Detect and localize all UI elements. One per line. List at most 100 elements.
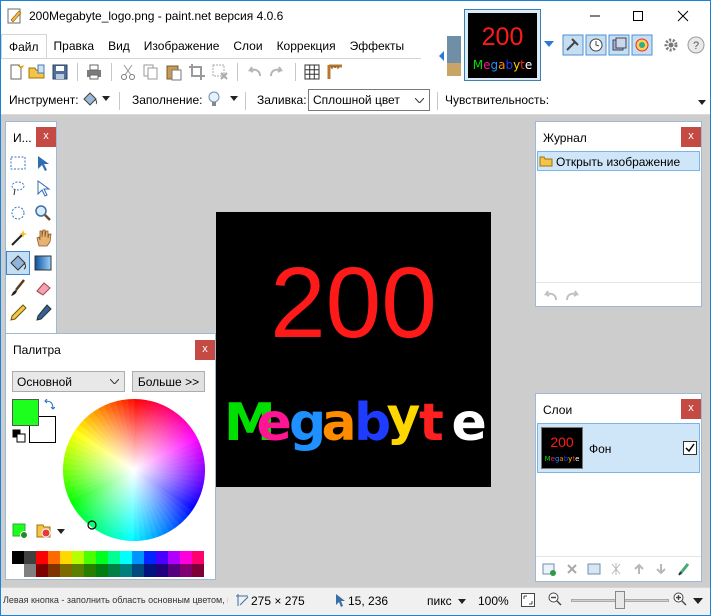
palette-swatch[interactable] bbox=[12, 551, 24, 564]
layers-panel-close-button[interactable]: x bbox=[681, 399, 701, 419]
rectangle-select-icon[interactable] bbox=[8, 153, 28, 173]
zoom-dropdown-icon[interactable] bbox=[693, 598, 703, 604]
primary-color-swatch[interactable] bbox=[12, 399, 39, 426]
zoom-value[interactable]: 100% bbox=[478, 594, 509, 608]
palette-swatch[interactable] bbox=[120, 551, 132, 564]
move-selection-icon[interactable] bbox=[33, 178, 53, 198]
palette-swatch[interactable] bbox=[144, 551, 156, 564]
palette-swatch[interactable] bbox=[168, 551, 180, 564]
palette-swatch[interactable] bbox=[108, 564, 120, 577]
palette-swatch[interactable] bbox=[144, 564, 156, 577]
units-dropdown-icon[interactable] bbox=[458, 599, 466, 604]
layer-actions-icons[interactable] bbox=[542, 561, 692, 577]
help-icon[interactable]: ? bbox=[687, 36, 705, 54]
undo-icon[interactable] bbox=[245, 63, 263, 81]
print-icon[interactable] bbox=[85, 63, 103, 81]
layer-visibility-checkbox[interactable] bbox=[683, 441, 697, 455]
palette-menu-dropdown-icon[interactable] bbox=[57, 529, 65, 534]
open-file-icon[interactable] bbox=[28, 63, 46, 81]
maximize-button[interactable] bbox=[615, 1, 661, 31]
history-item[interactable]: Открыть изображение bbox=[537, 151, 700, 171]
palette-mode-select[interactable]: Основной bbox=[12, 371, 125, 392]
flood-mode-select[interactable]: Сплошной цвет bbox=[308, 89, 430, 111]
move-selected-icon[interactable] bbox=[33, 153, 53, 173]
menu-edit[interactable]: Правка bbox=[47, 34, 102, 58]
palette-swatch[interactable] bbox=[12, 564, 24, 577]
pan-hand-icon[interactable] bbox=[33, 228, 53, 248]
palette-more-button[interactable]: Больше >> bbox=[132, 371, 205, 392]
units-select[interactable]: пикс bbox=[427, 594, 452, 608]
tools-panel-close-button[interactable]: x bbox=[36, 127, 56, 147]
menu-image[interactable]: Изображение bbox=[137, 34, 227, 58]
zoom-out-icon[interactable] bbox=[547, 591, 563, 607]
magic-wand-icon[interactable] bbox=[8, 228, 28, 248]
add-color-icon[interactable] bbox=[12, 523, 28, 539]
antialias-bulb-icon[interactable] bbox=[207, 90, 221, 108]
window-toggle-icons[interactable] bbox=[562, 34, 654, 56]
palette-swatch[interactable] bbox=[132, 564, 144, 577]
gradient-icon[interactable] bbox=[33, 253, 53, 273]
palette-swatch[interactable] bbox=[156, 564, 168, 577]
reset-colors-icon[interactable] bbox=[12, 429, 26, 443]
palette-swatch[interactable] bbox=[60, 564, 72, 577]
image-list-dropdown-icon[interactable] bbox=[544, 41, 554, 49]
palette-swatch[interactable] bbox=[192, 551, 204, 564]
palette-swatch[interactable] bbox=[36, 564, 48, 577]
palette-swatch[interactable] bbox=[192, 564, 204, 577]
palette-swatch[interactable] bbox=[108, 551, 120, 564]
palette-panel-close-button[interactable]: x bbox=[195, 340, 215, 360]
eraser-icon[interactable] bbox=[33, 278, 53, 298]
paint-bucket-icon[interactable] bbox=[81, 90, 99, 108]
palette-swatch[interactable] bbox=[72, 564, 84, 577]
palette-swatch[interactable] bbox=[60, 551, 72, 564]
palette-swatch[interactable] bbox=[180, 564, 192, 577]
palette-swatch[interactable] bbox=[24, 551, 36, 564]
paintbrush-icon[interactable] bbox=[8, 278, 28, 298]
lasso-select-icon[interactable] bbox=[8, 178, 28, 198]
settings-gear-icon[interactable] bbox=[663, 37, 679, 53]
new-file-icon[interactable] bbox=[7, 63, 25, 81]
palette-swatch[interactable] bbox=[48, 564, 60, 577]
palette-swatch[interactable] bbox=[84, 564, 96, 577]
grid-icon[interactable] bbox=[303, 63, 321, 81]
menu-effects[interactable]: Эффекты bbox=[343, 34, 412, 58]
menu-layers[interactable]: Слои bbox=[226, 34, 269, 58]
palette-swatch[interactable] bbox=[120, 564, 132, 577]
palette-swatch[interactable] bbox=[180, 551, 192, 564]
cut-icon[interactable] bbox=[119, 63, 137, 81]
palette-swatch[interactable] bbox=[96, 564, 108, 577]
zoom-in-icon[interactable] bbox=[672, 591, 688, 607]
fill-dropdown-icon[interactable] bbox=[230, 96, 238, 101]
palette-swatch[interactable] bbox=[84, 551, 96, 564]
menu-file[interactable]: Файл bbox=[1, 34, 47, 58]
palette-swatch[interactable] bbox=[156, 551, 168, 564]
tool-dropdown-icon[interactable] bbox=[102, 96, 110, 101]
paste-icon[interactable] bbox=[165, 63, 183, 81]
ruler-icon[interactable] bbox=[326, 63, 344, 81]
color-wheel[interactable] bbox=[61, 397, 207, 543]
palette-menu-icon[interactable] bbox=[35, 522, 53, 540]
zoom-slider-thumb[interactable] bbox=[615, 591, 625, 609]
close-window-button[interactable] bbox=[660, 1, 706, 31]
palette-swatch[interactable] bbox=[96, 551, 108, 564]
image-canvas[interactable]: 200 Megabyte bbox=[216, 212, 491, 487]
ellipse-select-icon[interactable] bbox=[8, 203, 28, 223]
palette-swatch[interactable] bbox=[132, 551, 144, 564]
palette-swatches-row-2[interactable] bbox=[12, 564, 204, 577]
menu-view[interactable]: Вид bbox=[101, 34, 137, 58]
redo-icon[interactable] bbox=[268, 63, 286, 81]
palette-swatches-row-1[interactable] bbox=[12, 551, 204, 564]
history-panel-close-button[interactable]: x bbox=[681, 127, 701, 147]
pencil-icon[interactable] bbox=[8, 303, 28, 323]
minimize-button[interactable] bbox=[572, 1, 618, 31]
palette-swatch[interactable] bbox=[48, 551, 60, 564]
swap-colors-icon[interactable] bbox=[43, 399, 55, 411]
palette-swatch[interactable] bbox=[24, 564, 36, 577]
zoom-to-window-icon[interactable] bbox=[520, 592, 536, 608]
color-picker-icon[interactable] bbox=[33, 303, 53, 323]
history-undo-icon[interactable] bbox=[542, 288, 558, 302]
history-redo-icon[interactable] bbox=[565, 288, 581, 302]
layer-row[interactable]: 200 Megabyte Фон bbox=[537, 423, 700, 473]
copy-icon[interactable] bbox=[142, 63, 160, 81]
palette-swatch[interactable] bbox=[72, 551, 84, 564]
